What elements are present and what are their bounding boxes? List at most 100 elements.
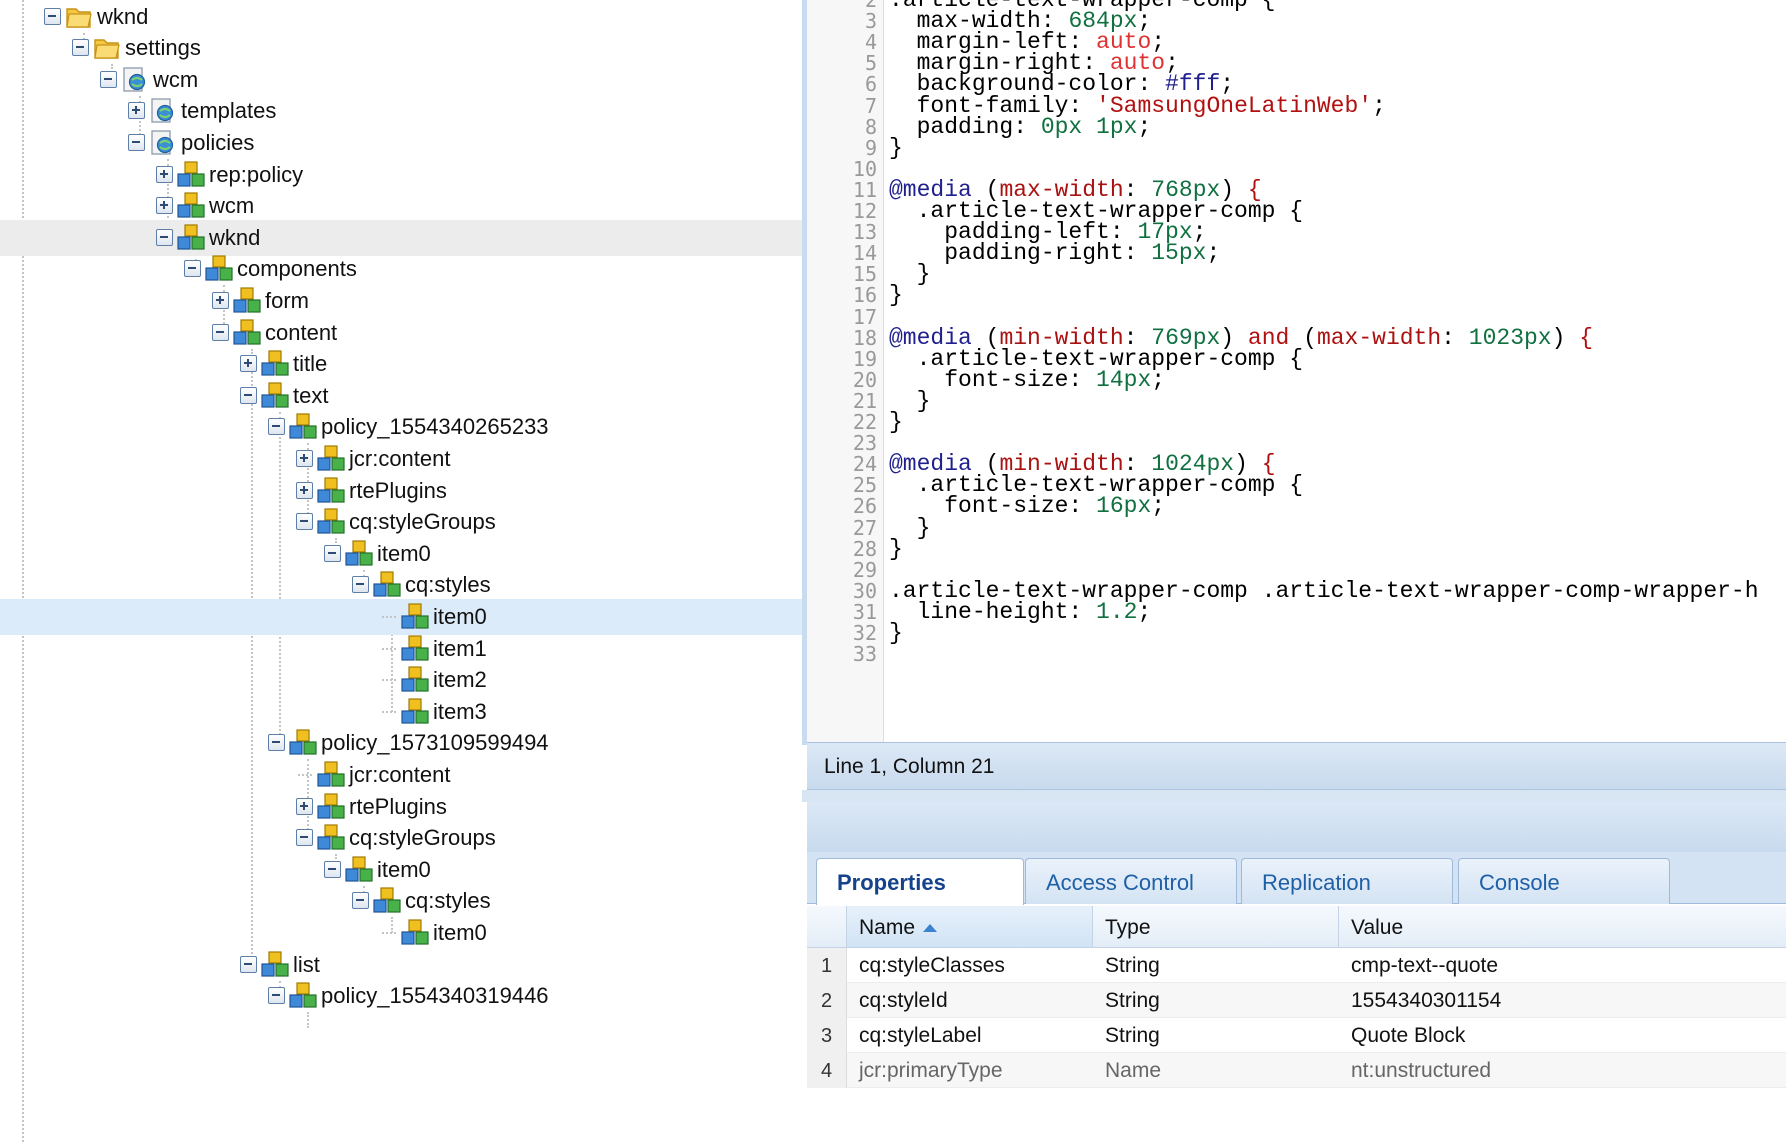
tree-node[interactable]: policies — [0, 125, 802, 161]
collapse-toggle-icon[interactable] — [296, 829, 313, 847]
tree-branch-line — [298, 773, 312, 776]
column-header-value[interactable]: Value — [1339, 906, 1786, 948]
collapse-toggle-icon[interactable] — [268, 987, 285, 1005]
tree-node[interactable]: cq:styleGroups — [0, 504, 802, 540]
tree-node[interactable]: wcm — [0, 62, 802, 98]
repository-tree[interactable]: wknd settings wcm templates policies rep:poli… — [0, 0, 802, 1142]
tree-node[interactable]: cq:styles — [0, 883, 802, 919]
code-line[interactable]: padding: 0px 1px; — [889, 113, 1152, 140]
tab-console[interactable]: Console — [1458, 858, 1670, 904]
collapse-toggle-icon[interactable] — [212, 323, 229, 341]
property-row[interactable]: 3 cq:styleLabel String Quote Block — [807, 1018, 1786, 1053]
expand-toggle-icon[interactable] — [240, 355, 257, 373]
expand-toggle-icon[interactable] — [212, 291, 229, 309]
tree-node[interactable]: text — [0, 378, 802, 414]
tree-node[interactable]: policy_1554340319446 — [0, 978, 802, 1014]
collapse-toggle-icon[interactable] — [268, 418, 285, 436]
code-line[interactable]: } — [889, 409, 903, 435]
tree-node[interactable]: policy_1573109599494 — [0, 725, 802, 761]
tree-node-label: item3 — [433, 698, 487, 724]
tree-node[interactable]: title — [0, 346, 802, 382]
tree-node[interactable]: item3 — [0, 694, 802, 730]
tree-node[interactable]: jcr:content — [0, 441, 802, 477]
expand-toggle-icon[interactable] — [156, 165, 173, 183]
property-row[interactable]: 2 cq:styleId String 1554340301154 — [807, 983, 1786, 1018]
collapse-toggle-icon[interactable] — [240, 955, 257, 973]
tree-node[interactable]: item0 — [0, 536, 802, 572]
node-icon — [316, 507, 346, 537]
collapse-toggle-icon[interactable] — [184, 260, 201, 278]
code-token: } — [889, 535, 903, 562]
tree-node[interactable]: content — [0, 315, 802, 351]
tree-node[interactable]: rtePlugins — [0, 473, 802, 509]
code-token: ; — [1137, 598, 1152, 625]
collapse-toggle-icon[interactable] — [72, 39, 89, 57]
node-icon — [232, 318, 262, 348]
tree-node[interactable]: item1 — [0, 631, 802, 667]
expand-toggle-icon[interactable] — [296, 481, 313, 499]
tree-node[interactable]: cq:styleGroups — [0, 820, 802, 856]
tree-node[interactable]: jcr:content — [0, 757, 802, 793]
page-node-icon — [148, 128, 178, 158]
editor-status-bar: Line 1, Column 21 — [807, 742, 1786, 790]
expand-toggle-icon[interactable] — [296, 449, 313, 467]
collapse-toggle-icon[interactable] — [128, 133, 145, 151]
collapse-toggle-icon[interactable] — [100, 70, 117, 88]
tree-node[interactable]: form — [0, 283, 802, 319]
collapse-toggle-icon[interactable] — [44, 7, 61, 25]
tree-node[interactable]: list — [0, 947, 802, 983]
collapse-toggle-icon[interactable] — [324, 544, 341, 562]
tree-node-label: jcr:content — [349, 445, 451, 471]
collapse-toggle-icon[interactable] — [296, 513, 313, 531]
collapse-toggle-icon[interactable] — [156, 228, 173, 246]
tab-properties[interactable]: Properties — [816, 858, 1024, 905]
tree-node[interactable]: settings — [0, 30, 802, 66]
code-line[interactable]: } — [889, 135, 903, 161]
tab-access-control[interactable]: Access Control — [1025, 858, 1237, 904]
expand-toggle-icon[interactable] — [128, 102, 145, 120]
code-editor[interactable]: 2 3 4 5 6 7 8 9 10 11 12 13 14 15 16 17 18 19 20 21 22 23 24 25… — [802, 0, 1786, 790]
property-type: String — [1105, 989, 1160, 1012]
tree-node[interactable]: policy_1554340265233 — [0, 409, 802, 445]
code-line[interactable]: } — [889, 536, 903, 562]
tree-node[interactable]: item0 — [0, 598, 802, 635]
collapse-toggle-icon[interactable] — [240, 386, 257, 404]
code-line[interactable]: padding-right: 15px; — [889, 240, 1220, 266]
tree-node[interactable]: item0 — [0, 852, 802, 888]
node-icon — [372, 886, 402, 916]
tree-node[interactable]: components — [0, 251, 802, 287]
node-icon — [232, 286, 262, 316]
code-line[interactable]: line-height: 1.2; — [889, 598, 1152, 625]
property-value: nt:unstructured — [1351, 1059, 1492, 1082]
tree-node[interactable]: templates — [0, 93, 802, 129]
column-header-type[interactable]: Type — [1093, 906, 1339, 948]
tree-node-label: title — [293, 351, 328, 377]
property-value: Quote Block — [1351, 1024, 1466, 1047]
tab-replication[interactable]: Replication — [1241, 858, 1453, 904]
tree-node[interactable]: wcm — [0, 188, 802, 224]
node-icon — [176, 223, 206, 253]
tree-node[interactable]: item0 — [0, 915, 802, 951]
tree-node-label: item0 — [377, 540, 431, 566]
tree-node[interactable]: rtePlugins — [0, 789, 802, 825]
column-header-name[interactable]: Name — [847, 906, 1093, 948]
code-line[interactable]: } — [889, 282, 903, 308]
tree-node[interactable]: item2 — [0, 662, 802, 698]
collapse-toggle-icon[interactable] — [268, 734, 285, 752]
property-row[interactable]: 1 cq:styleClasses String cmp-text--quote — [807, 948, 1786, 983]
panel-splitter[interactable] — [802, 790, 1786, 802]
code-token: padding: — [889, 113, 1041, 140]
tree-node[interactable]: rep:policy — [0, 157, 802, 193]
page-node-icon — [120, 65, 150, 95]
tree-node[interactable]: cq:styles — [0, 567, 802, 603]
collapse-toggle-icon[interactable] — [352, 892, 369, 910]
collapse-toggle-icon[interactable] — [352, 576, 369, 594]
property-row[interactable]: 4 jcr:primaryType Name nt:unstructured — [807, 1053, 1786, 1088]
tree-node[interactable]: wknd — [0, 219, 802, 256]
code-line[interactable]: } — [889, 620, 903, 646]
collapse-toggle-icon[interactable] — [324, 860, 341, 878]
expand-toggle-icon[interactable] — [296, 797, 313, 815]
folder-icon — [64, 2, 94, 32]
property-name: cq:styleClasses — [859, 954, 1005, 977]
expand-toggle-icon[interactable] — [156, 197, 173, 215]
